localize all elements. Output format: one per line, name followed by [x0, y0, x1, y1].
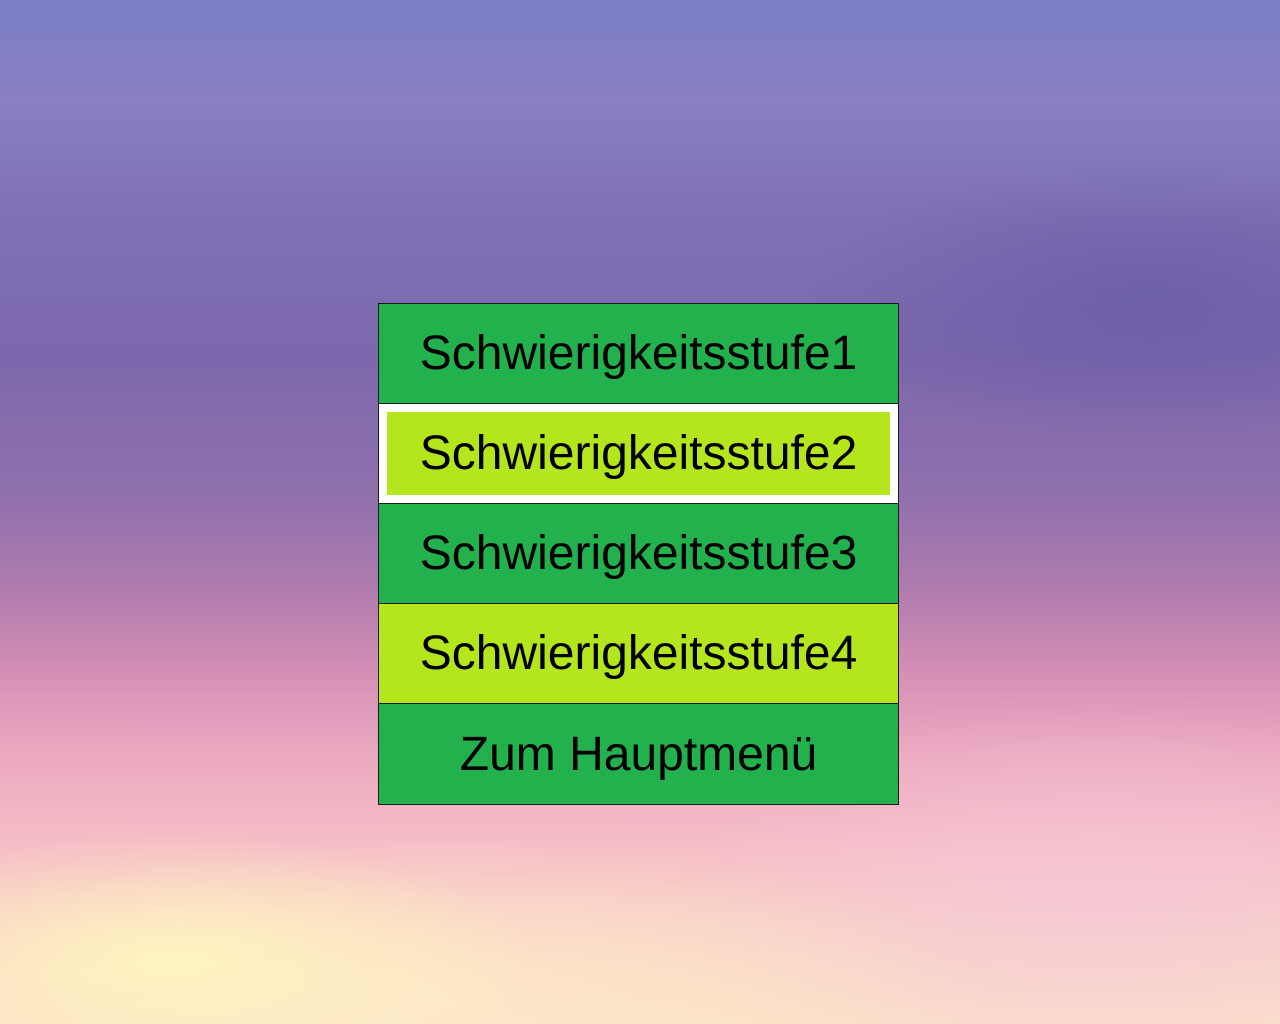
difficulty-level-3-label: Schwierigkeitsstufe3 — [419, 527, 858, 580]
difficulty-level-1-label: Schwierigkeitsstufe1 — [419, 327, 858, 380]
difficulty-menu: Schwierigkeitsstufe1 Schwierigkeitsstufe… — [378, 303, 899, 805]
difficulty-level-4-button[interactable]: Schwierigkeitsstufe4 — [379, 604, 898, 704]
difficulty-level-3-button[interactable]: Schwierigkeitsstufe3 — [379, 504, 898, 604]
difficulty-level-1-button[interactable]: Schwierigkeitsstufe1 — [379, 304, 898, 404]
main-menu-button[interactable]: Zum Hauptmenü — [379, 704, 898, 804]
difficulty-level-4-label: Schwierigkeitsstufe4 — [419, 627, 858, 680]
difficulty-level-2-button[interactable]: Schwierigkeitsstufe2 — [379, 404, 898, 504]
difficulty-level-2-label: Schwierigkeitsstufe2 — [419, 427, 858, 480]
difficulty-level-2-highlight: Schwierigkeitsstufe2 — [387, 412, 890, 495]
main-menu-label: Zum Hauptmenü — [459, 727, 818, 781]
